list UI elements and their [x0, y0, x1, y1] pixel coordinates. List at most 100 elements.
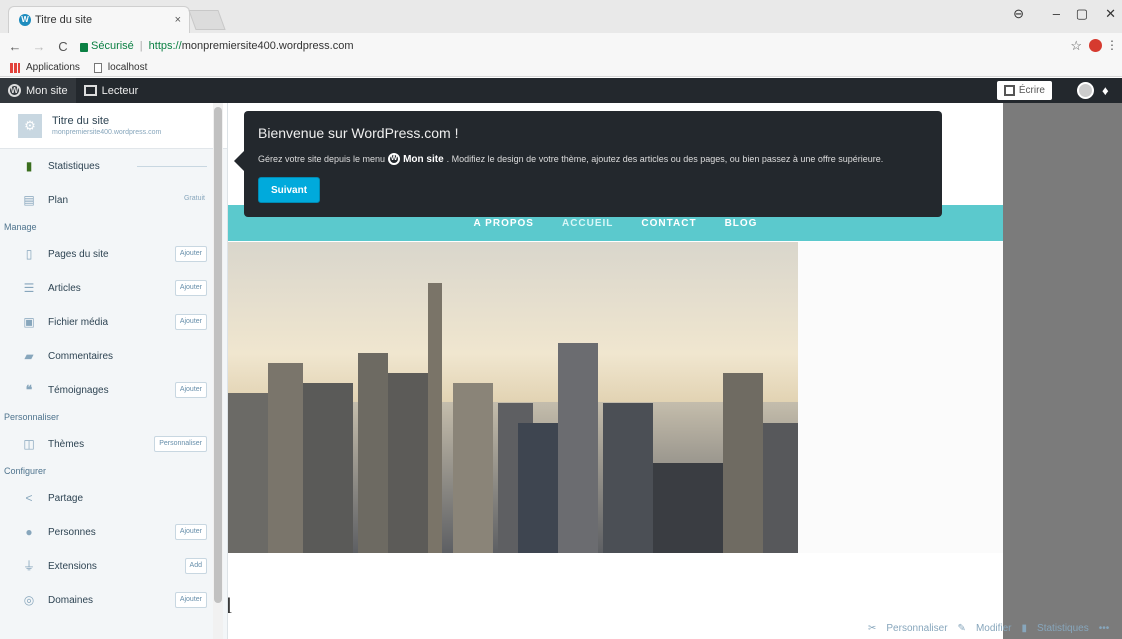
popover-text-bold: Mon site — [403, 153, 444, 165]
site-title: Titre du site — [52, 115, 110, 127]
hero-building — [358, 353, 388, 553]
new-tab-button[interactable] — [188, 10, 226, 30]
my-site-button[interactable]: W Mon site — [0, 78, 76, 103]
sidebar-item-plan[interactable]: ▤ Plan Gratuit — [0, 183, 227, 217]
add-media-button[interactable]: Ajouter — [174, 314, 207, 330]
sidebar-item-sharing[interactable]: < Partage — [0, 481, 227, 515]
add-person-button[interactable]: Ajouter — [174, 524, 207, 540]
sidebar-item-label: Articles — [48, 282, 81, 294]
next-button[interactable]: Suivant — [258, 177, 320, 203]
profile-icon[interactable]: ⊖ — [1013, 6, 1024, 22]
sidebar-item-media[interactable]: ▣ Fichier média Ajouter — [0, 305, 227, 339]
notifications-icon[interactable]: ♦ — [1102, 83, 1116, 98]
footer-customize[interactable]: Personnaliser — [886, 623, 947, 634]
tab-close-icon[interactable]: × — [175, 14, 181, 26]
sidebar-item-label: Domaines — [48, 594, 94, 606]
sidebar-item-comments[interactable]: ▰ Commentaires — [0, 339, 227, 373]
wordpress-logo-icon: W — [388, 153, 401, 165]
browser-tab[interactable]: W Titre du site × — [8, 6, 190, 33]
bookmark-localhost[interactable]: localhost — [108, 62, 147, 73]
hero-building — [653, 463, 723, 553]
extension-icon[interactable] — [1089, 39, 1102, 52]
add-domain-button[interactable]: Ajouter — [174, 592, 207, 608]
nav-item-contact[interactable]: CONTACT — [641, 218, 696, 229]
add-article-button[interactable]: Ajouter — [174, 280, 207, 296]
sidebar-scrollbar-thumb[interactable] — [214, 107, 222, 603]
sidebar-item-plugins[interactable]: ⏚ Extensions Add — [0, 549, 227, 583]
url-field[interactable]: | — [140, 40, 143, 52]
write-button[interactable]: Écrire — [996, 81, 1052, 100]
hero-building — [268, 363, 303, 553]
url-text[interactable]: https://monpremiersite400.wordpress.com — [149, 40, 354, 52]
sidebar-item-themes[interactable]: ◫ Thèmes Personnaliser — [0, 427, 227, 461]
footer-edit[interactable]: Modifier — [976, 623, 1012, 634]
sidebar-item-people[interactable]: ● Personnes Ajouter — [0, 515, 227, 549]
section-label-personalize: Personnaliser — [4, 412, 60, 422]
site-url: monpremiersite400.wordpress.com — [52, 129, 162, 136]
sidebar-item-stats[interactable]: ▮ Statistiques — [0, 149, 227, 183]
sidebar-item-label: Statistiques — [48, 160, 100, 172]
bookmarks-bar: Applications localhost — [0, 59, 1122, 77]
close-window-icon[interactable]: ✕ — [1105, 6, 1116, 22]
reader-icon — [83, 85, 97, 96]
security-indicator[interactable]: Sécurisé — [80, 40, 134, 52]
add-plugin-button[interactable]: Add — [184, 558, 207, 574]
preview-footer-toolbar: ✂ Personnaliser ✎ Modifier ▮ Statistique… — [860, 617, 1122, 639]
tab-title: Titre du site — [35, 14, 93, 26]
reader-button[interactable]: Lecteur — [76, 78, 147, 103]
add-page-button[interactable]: Ajouter — [174, 246, 207, 262]
section-label-manage: Manage — [4, 222, 37, 232]
hero-image — [228, 242, 798, 553]
sidebar-item-label: Fichier média — [48, 316, 109, 328]
customize-theme-button[interactable]: Personnaliser — [154, 436, 207, 452]
browser-menu-icon[interactable]: ⋮ — [1106, 38, 1118, 52]
my-site-label: Mon site — [26, 84, 68, 97]
stats-sparkline — [137, 166, 207, 167]
add-testimonial-button[interactable]: Ajouter — [174, 382, 207, 398]
sidebar-item-pages[interactable]: ▯ Pages du site Ajouter — [0, 237, 227, 271]
maximize-icon[interactable]: ▢ — [1076, 6, 1088, 22]
plan-icon: ▤ — [23, 193, 35, 207]
hero-building — [228, 393, 268, 553]
section-label-configure: Configurer — [4, 466, 47, 476]
nav-item-about[interactable]: A PROPOS — [474, 218, 534, 229]
nav-item-home[interactable]: ACCUEIL — [562, 218, 613, 229]
avatar[interactable] — [1077, 82, 1094, 99]
back-arrow-icon[interactable]: ← — [6, 39, 24, 54]
reload-icon[interactable]: C — [54, 39, 72, 54]
forward-arrow-icon[interactable]: → — [30, 39, 48, 54]
footer-more[interactable]: ••• — [1099, 623, 1110, 634]
quote-icon: ❝ — [25, 383, 33, 397]
minimize-icon[interactable]: – — [1053, 6, 1060, 21]
url-protocol: https:// — [148, 40, 182, 52]
hero-building — [453, 383, 493, 553]
footer-stats[interactable]: Statistiques — [1037, 623, 1089, 634]
sidebar-item-label: Commentaires — [48, 350, 114, 362]
hero-building — [558, 343, 598, 553]
popover-text-before: Gérez votre site depuis le menu — [258, 154, 386, 164]
nav-item-blog[interactable]: BLOG — [725, 218, 758, 229]
themes-icon: ◫ — [23, 437, 35, 451]
sidebar-item-articles[interactable]: ☰ Articles Ajouter — [0, 271, 227, 305]
apps-grid-icon — [10, 62, 20, 73]
bookmark-star-icon[interactable]: ☆ — [1070, 38, 1082, 54]
welcome-popover: Bienvenue sur WordPress.com ! Gérez votr… — [234, 111, 942, 217]
sidebar-item-label: Partage — [48, 492, 84, 504]
site-sidebar: ⚙ Titre du site monpremiersite400.wordpr… — [0, 103, 228, 639]
plan-value: Gratuit — [183, 195, 205, 202]
wordpress-masterbar: W Mon site Lecteur Écrire ♦ — [0, 78, 1122, 103]
write-icon — [1003, 85, 1015, 96]
hero-building — [428, 283, 442, 553]
hero-building — [603, 403, 653, 553]
sidebar-item-testimonials[interactable]: ❝ Témoignages Ajouter — [0, 373, 227, 407]
popover-title: Bienvenue sur WordPress.com ! — [258, 125, 459, 141]
sidebar-item-label: Thèmes — [48, 438, 85, 450]
bookmark-applications[interactable]: Applications — [26, 62, 80, 73]
hero-building — [763, 423, 798, 553]
articles-icon: ☰ — [23, 281, 35, 295]
site-sidebar-area — [798, 242, 1003, 553]
sidebar-item-domains[interactable]: ◎ Domaines Ajouter — [0, 583, 227, 617]
site-card[interactable]: ⚙ Titre du site monpremiersite400.wordpr… — [0, 103, 227, 149]
popover-body: Gérez votre site depuis le menu W Mon si… — [258, 153, 928, 165]
preview-gutter — [1003, 103, 1122, 639]
